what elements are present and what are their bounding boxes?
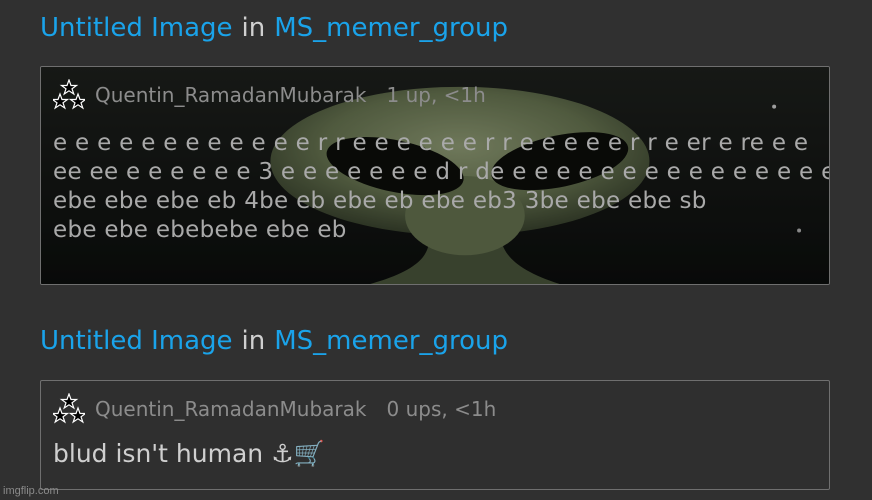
comment-line: ee ee e e e e e e 3 e e e e e e e d r de…	[53, 159, 830, 185]
comment-line: ebe ebe ebe eb 4be eb ebe eb ebe eb3 3be…	[53, 188, 707, 214]
comment-text-2: blud isn't human ⚓🛒	[53, 439, 325, 468]
image-link[interactable]: Untitled Image	[40, 326, 233, 356]
comment-line: ebe ebe ebebebe ebe eb	[53, 217, 347, 243]
comment-meta: 1 up, <1h	[386, 83, 486, 107]
comment-username[interactable]: Quentin_RamadanMubarak	[95, 397, 367, 421]
group-link[interactable]: MS_memer_group	[274, 326, 508, 356]
post-title-1: Untitled Image in MS_memer_group	[40, 15, 508, 41]
comment-header-1: Quentin_RamadanMubarak 1 up, <1h	[53, 79, 486, 111]
stars-badge-icon	[53, 393, 85, 425]
stars-badge-icon	[53, 79, 85, 111]
imgflip-watermark: imgflip.com	[3, 485, 59, 497]
comment-username[interactable]: Quentin_RamadanMubarak	[95, 83, 367, 107]
title-in-word: in	[241, 326, 266, 356]
comment-box-1: Quentin_RamadanMubarak 1 up, <1h e e e e…	[40, 66, 830, 285]
comment-text-1: e e e e e e e e e e e e r r e e e e e e …	[53, 129, 830, 245]
comment-meta: 0 ups, <1h	[386, 397, 497, 421]
comment-box-2: Quentin_RamadanMubarak 0 ups, <1h blud i…	[40, 380, 830, 490]
image-link[interactable]: Untitled Image	[40, 13, 233, 43]
comment-line: e e e e e e e e e e e e r r e e e e e e …	[53, 130, 809, 156]
title-in-word: in	[241, 13, 266, 43]
comment-header-2: Quentin_RamadanMubarak 0 ups, <1h	[53, 393, 496, 425]
group-link[interactable]: MS_memer_group	[274, 13, 508, 43]
post-title-2: Untitled Image in MS_memer_group	[40, 328, 508, 354]
